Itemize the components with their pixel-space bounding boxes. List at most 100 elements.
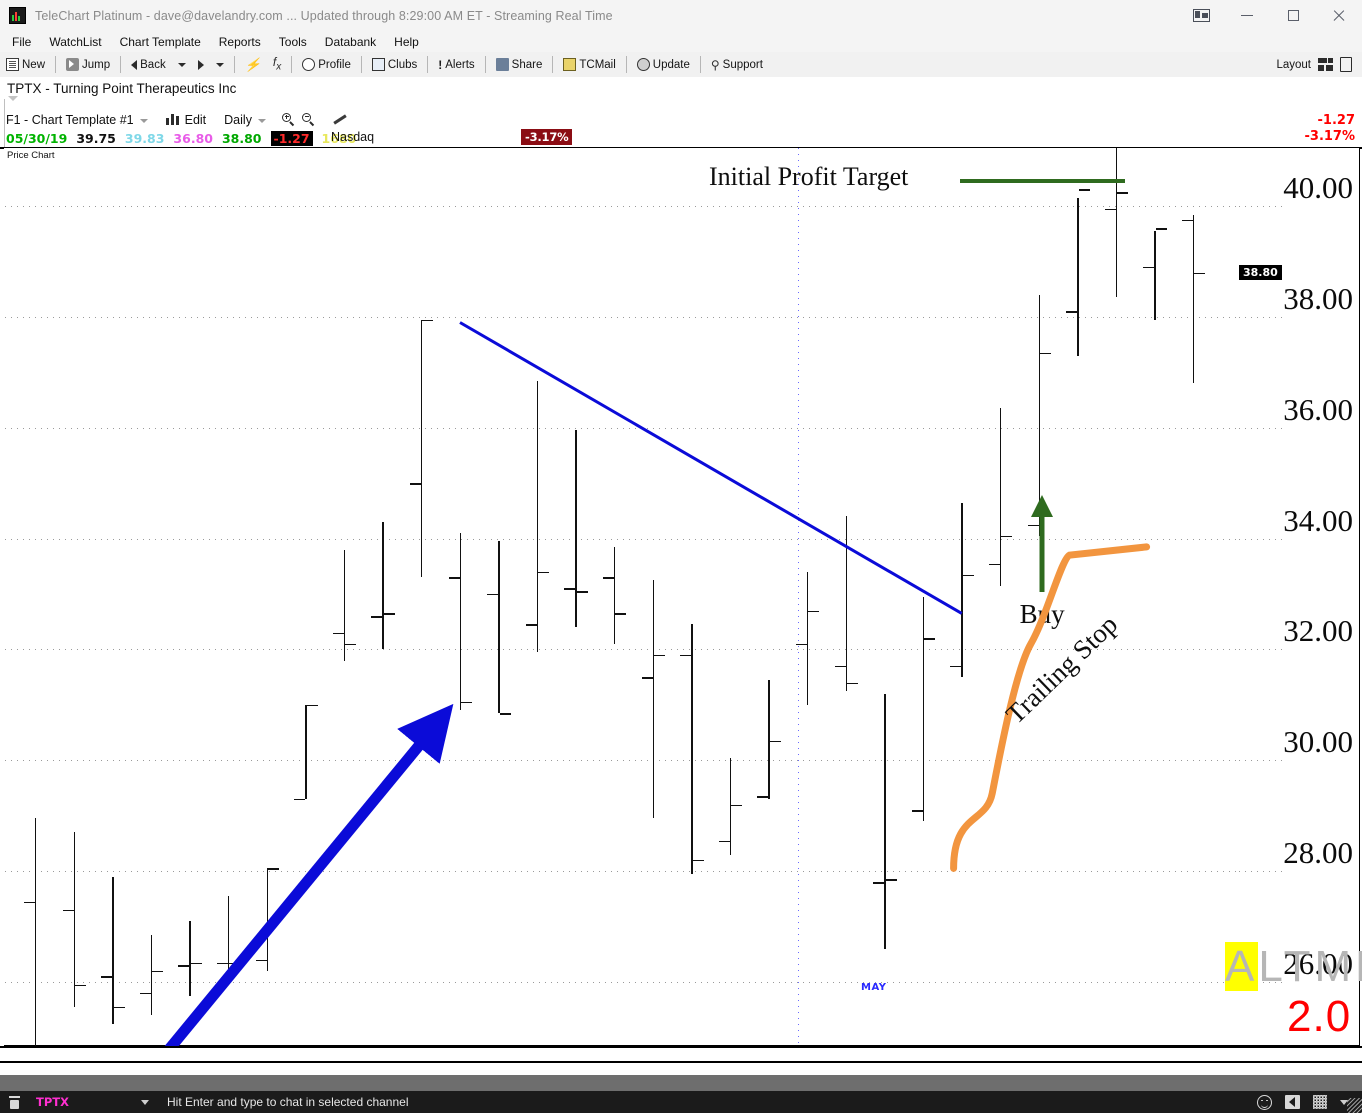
price-chart-plot[interactable]: MAY Initial Profit Target Buy Trailing Stop: [5, 148, 1239, 1046]
watermark-letter-a: A: [1225, 942, 1259, 991]
profile-icon: [302, 58, 316, 71]
chart-template-name[interactable]: F1 - Chart Template #1: [6, 113, 134, 127]
bar-open-tick: [371, 616, 383, 618]
tcmail-button[interactable]: TCMail: [557, 53, 621, 76]
price-axis-label: 32.00: [1283, 613, 1353, 649]
gridline-axis-stub: [1239, 316, 1285, 318]
menu-item-databank[interactable]: Databank: [316, 33, 385, 51]
bar-open-tick: [564, 588, 576, 590]
chevron-down-icon[interactable]: [139, 119, 148, 123]
bar-range: [421, 319, 423, 578]
close-icon[interactable]: [1316, 0, 1362, 31]
jump-icon: [66, 58, 80, 71]
bar-chart-icon[interactable]: [165, 114, 179, 125]
bar-close-tick: [306, 704, 318, 707]
speaker-icon[interactable]: [1285, 1095, 1300, 1109]
bar-range: [652, 580, 654, 819]
forward-dropdown[interactable]: [210, 53, 230, 76]
bar-open-tick: [217, 962, 228, 964]
chevron-down-icon[interactable]: [257, 119, 266, 123]
chat-window-icon[interactable]: [8, 1095, 24, 1110]
bottom-pane-2: [0, 1063, 1362, 1075]
minimize-icon[interactable]: [1224, 0, 1270, 31]
back-dropdown[interactable]: [172, 53, 192, 76]
alerts-button[interactable]: ! Alerts: [432, 53, 480, 76]
quote-high: 39.83: [124, 130, 165, 146]
window-title: TeleChart Platinum - dave@davelandry.com…: [35, 8, 613, 23]
toolbar-separator: [427, 56, 429, 73]
layout-page-icon[interactable]: [1340, 57, 1352, 72]
bar-range: [228, 896, 230, 982]
menu-item-tools[interactable]: Tools: [270, 33, 316, 51]
bar-open-tick: [24, 901, 35, 904]
toolbar-separator: [625, 56, 627, 73]
support-button[interactable]: ⚲ Support: [705, 53, 769, 76]
zoom-out-icon[interactable]: [301, 112, 316, 127]
menu-item-help[interactable]: Help: [385, 33, 428, 51]
profile-button[interactable]: Profile: [296, 53, 357, 76]
maximize-icon[interactable]: [1270, 0, 1316, 31]
period-selector[interactable]: Daily: [224, 113, 252, 127]
status-symbol[interactable]: TPTX: [36, 1095, 141, 1109]
bar-close-tick: [692, 860, 704, 862]
jump-button[interactable]: Jump: [60, 53, 116, 76]
profit-target-label: Initial Profit Target: [709, 162, 909, 192]
downtrend-line: [458, 321, 963, 615]
gridline-horizontal: [5, 760, 1239, 762]
gridline-month: [798, 148, 799, 1046]
bar-range: [35, 818, 37, 1046]
restore-layout-icon[interactable]: [1178, 0, 1224, 31]
price-axis[interactable]: 40.00 38.00 36.00 34.00 32.00 30.00 28.00 26.00…: [1239, 148, 1361, 1046]
bar-open-tick: [718, 840, 730, 843]
smiley-icon[interactable]: [1257, 1094, 1272, 1110]
price-axis-label: 40.00: [1283, 170, 1353, 205]
price-axis-label: 36.00: [1283, 391, 1353, 427]
lightning-button[interactable]: ⚡: [239, 53, 267, 76]
bar-open-tick: [139, 993, 151, 995]
forward-button[interactable]: [192, 53, 210, 76]
chat-hint-text[interactable]: Hit Enter and type to chat in selected c…: [167, 1095, 408, 1109]
jump-button-label: Jump: [82, 58, 111, 71]
chevron-down-icon[interactable]: [141, 1099, 149, 1105]
back-button[interactable]: Back: [125, 53, 172, 76]
menu-item-chart-template[interactable]: Chart Template: [111, 33, 210, 51]
quote-percent-badge: -3.17%: [521, 129, 573, 145]
grid-icon[interactable]: [1313, 1095, 1327, 1109]
bar-open-tick: [873, 882, 885, 884]
mail-icon: [563, 58, 577, 71]
layout-grid-icon[interactable]: [1318, 58, 1333, 71]
bar-open-tick: [178, 965, 190, 967]
price-axis-label: 28.00: [1283, 835, 1353, 871]
bar-range: [1193, 215, 1195, 384]
watermark-version: 2.0: [1287, 992, 1352, 1041]
menu-item-watchlist[interactable]: WatchList: [40, 33, 110, 51]
bar-range: [1077, 197, 1079, 356]
toolbar-separator: [291, 56, 293, 73]
menu-item-reports[interactable]: Reports: [210, 33, 270, 51]
edit-button[interactable]: Edit: [185, 113, 207, 127]
share-button[interactable]: Share: [490, 53, 549, 76]
pencil-draw-icon[interactable]: [332, 113, 348, 127]
collapse-caret-icon[interactable]: [8, 96, 18, 101]
menu-item-file[interactable]: File: [3, 33, 40, 51]
alert-exclamation-icon: !: [438, 57, 443, 72]
update-button[interactable]: Update: [631, 53, 696, 76]
function-fx-icon: fx: [272, 54, 282, 73]
bar-close-tick: [229, 962, 241, 964]
symbol-header: TPTX - Turning Point Therapeutics Inc: [0, 77, 1362, 99]
update-icon: [636, 58, 650, 71]
new-button[interactable]: New: [0, 53, 51, 76]
bar-close-tick: [924, 638, 936, 640]
profile-button-label: Profile: [318, 58, 351, 71]
bar-open-tick: [487, 594, 499, 596]
clubs-button[interactable]: Clubs: [366, 53, 423, 76]
function-button[interactable]: fx: [267, 53, 287, 76]
toolbar-separator: [120, 56, 122, 73]
bar-open-tick: [603, 577, 614, 579]
bar-open-tick: [410, 483, 421, 485]
bar-close-tick: [1155, 228, 1167, 230]
zoom-in-icon[interactable]: [281, 112, 296, 127]
forward-arrow-icon: [197, 59, 204, 70]
resize-grip[interactable]: [1347, 1098, 1362, 1113]
bar-open-tick: [448, 577, 460, 579]
